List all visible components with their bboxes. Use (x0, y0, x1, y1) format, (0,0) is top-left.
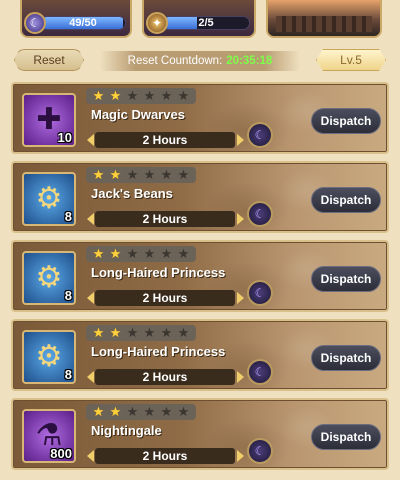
energy-value: 49/50 (69, 17, 97, 29)
star-empty-icon: ★ (126, 246, 139, 261)
star-rating: ★ ★ ★ ★ ★ ★ (86, 325, 196, 341)
tokens-value: 2/5 (198, 17, 214, 29)
star-empty-icon: ★ (143, 325, 156, 340)
mission-duration: 2 Hours (95, 448, 235, 464)
star-empty-icon: ★ (177, 246, 190, 261)
dispatch-button[interactable]: Dispatch (311, 187, 381, 213)
star-filled-icon: ★ (92, 246, 105, 261)
tokens-bar: 2/5 (162, 16, 250, 30)
mission-name: Nightingale (91, 423, 162, 438)
star-rating: ★ ★ ★ ★ ★ ★ (86, 167, 196, 183)
resource-card-energy: ☾ 49/50 (20, 0, 132, 38)
reward-item[interactable]: ✚ 10 (22, 93, 76, 147)
reward-item[interactable]: ⚙ 8 (22, 172, 76, 226)
reward-item[interactable]: ⚙ 8 (22, 251, 76, 305)
mission-row: ⚙ 8 ★ ★ ★ ★ ★ ★ Jack's Beans 2 Hours ☾ Dispatch (11, 161, 389, 233)
star-rating: ★ ★ ★ ★ ★ ★ (86, 246, 196, 262)
star-empty-icon: ★ (160, 167, 173, 182)
star-filled-icon: ★ (109, 325, 122, 340)
resource-card-tokens: ✦ 2/5 (142, 0, 256, 38)
star-filled-icon: ★ (92, 88, 105, 103)
star-empty-icon: ★ (177, 325, 190, 340)
mission-row: ⚗ 800 ★ ★ ★ ★ ★ ★ Nightingale 2 Hours ☾ Dispatch (11, 398, 389, 470)
reward-count: 10 (57, 130, 72, 145)
star-empty-icon: ★ (143, 404, 156, 419)
mission-row: ⚙ 8 ★ ★ ★ ★ ★ ★ Long-Haired Princess 2 Hours ☾ Disp… (11, 240, 389, 312)
duration-right-arrow-icon[interactable] (237, 134, 244, 146)
reward-count: 8 (64, 209, 72, 224)
star-empty-icon: ★ (160, 404, 173, 419)
star-filled-icon: ★ (92, 325, 105, 340)
reward-count: 8 (64, 367, 72, 382)
hero-slot-icon[interactable]: ☾ (247, 280, 273, 306)
countdown-label: Reset Countdown: (127, 55, 223, 67)
reward-count: 8 (64, 288, 72, 303)
mission-row: ✚ 10 ★ ★ ★ ★ ★ ★ Magic Dwarves 2 Hours ☾ Dispatch (11, 82, 389, 154)
reward-count: 800 (50, 446, 72, 461)
banner-card[interactable] (266, 0, 382, 38)
mission-name: Long-Haired Princess (91, 265, 226, 280)
mission-duration: 2 Hours (95, 290, 235, 306)
star-empty-icon: ★ (126, 88, 139, 103)
mission-name: Long-Haired Princess (91, 344, 226, 359)
banner-art (276, 16, 372, 32)
star-empty-icon: ★ (143, 167, 156, 182)
level-button[interactable]: Lv.5 (316, 49, 386, 71)
star-filled-icon: ★ (109, 88, 122, 103)
reset-countdown: Reset Countdown: 20:35:18 (100, 51, 300, 71)
reward-item[interactable]: ⚙ 8 (22, 330, 76, 384)
dispatch-button[interactable]: Dispatch (311, 266, 381, 292)
star-empty-icon: ★ (160, 246, 173, 261)
star-empty-icon: ★ (177, 167, 190, 182)
gear-icon: ⚙ (35, 261, 63, 294)
hero-slot-icon[interactable]: ☾ (247, 201, 273, 227)
duration-left-arrow-icon[interactable] (87, 292, 94, 304)
star-empty-icon: ★ (126, 167, 139, 182)
gear-icon: ⚙ (35, 340, 63, 373)
duration-left-arrow-icon[interactable] (87, 213, 94, 225)
star-empty-icon: ★ (177, 404, 190, 419)
mission-row: ⚙ 8 ★ ★ ★ ★ ★ ★ Long-Haired Princess 2 Hours ☾ Disp… (11, 319, 389, 391)
moon-orb-icon: ☾ (24, 12, 46, 34)
star-rating: ★ ★ ★ ★ ★ ★ (86, 88, 196, 104)
hero-slot-icon[interactable]: ☾ (247, 359, 273, 385)
duration-right-arrow-icon[interactable] (237, 371, 244, 383)
star-empty-icon: ★ (143, 246, 156, 261)
hero-slot-icon[interactable]: ☾ (247, 122, 273, 148)
duration-left-arrow-icon[interactable] (87, 371, 94, 383)
countdown-time: 20:35:18 (226, 55, 273, 67)
dispatch-button[interactable]: Dispatch (311, 345, 381, 371)
hero-slot-icon[interactable]: ☾ (247, 438, 273, 464)
mission-name: Jack's Beans (91, 186, 173, 201)
reward-item[interactable]: ⚗ 800 (22, 409, 76, 463)
star-rating: ★ ★ ★ ★ ★ ★ (86, 404, 196, 420)
mission-duration: 2 Hours (95, 132, 235, 148)
gear-icon: ⚙ (35, 182, 63, 215)
star-empty-icon: ★ (143, 88, 156, 103)
star-empty-icon: ★ (160, 325, 173, 340)
star-filled-icon: ★ (109, 404, 122, 419)
duration-right-arrow-icon[interactable] (237, 450, 244, 462)
star-empty-icon: ★ (177, 88, 190, 103)
duration-left-arrow-icon[interactable] (87, 450, 94, 462)
reset-button[interactable]: Reset (14, 49, 84, 71)
star-filled-icon: ★ (92, 167, 105, 182)
dispatch-button[interactable]: Dispatch (311, 108, 381, 134)
dispatch-button[interactable]: Dispatch (311, 424, 381, 450)
duration-left-arrow-icon[interactable] (87, 134, 94, 146)
energy-bar: 49/50 (40, 16, 126, 30)
duration-right-arrow-icon[interactable] (237, 213, 244, 225)
gold-orb-icon: ✦ (146, 12, 168, 34)
mission-name: Magic Dwarves (91, 107, 185, 122)
duration-right-arrow-icon[interactable] (237, 292, 244, 304)
star-filled-icon: ★ (109, 167, 122, 182)
star-filled-icon: ★ (109, 246, 122, 261)
mission-duration: 2 Hours (95, 369, 235, 385)
mission-duration: 2 Hours (95, 211, 235, 227)
star-empty-icon: ★ (126, 404, 139, 419)
star-empty-icon: ★ (126, 325, 139, 340)
star-filled-icon: ★ (92, 404, 105, 419)
star-empty-icon: ★ (160, 88, 173, 103)
